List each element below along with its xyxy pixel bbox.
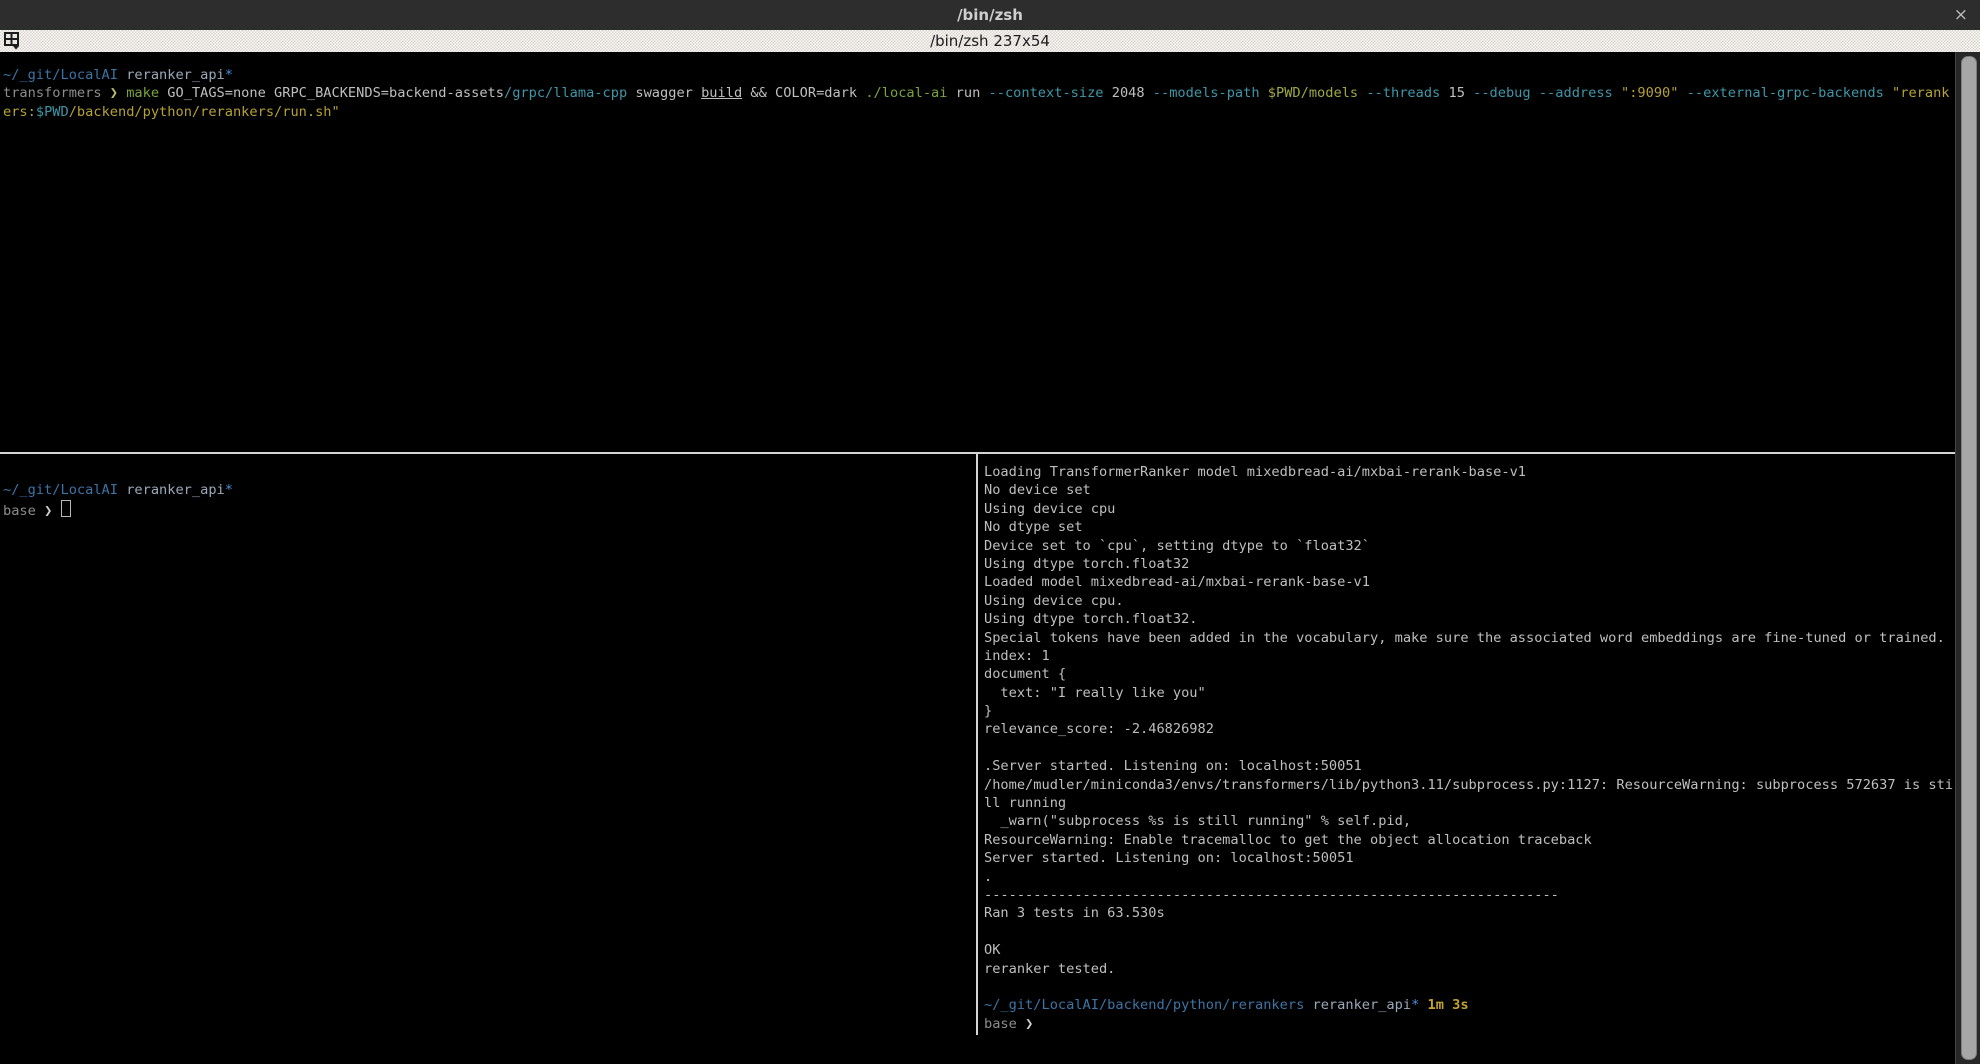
terminal-line: Loading TransformerRanker model mixedbre… [984,463,1956,481]
terminal-line: Loaded model mixedbread-ai/mxbai-rerank-… [984,573,1956,591]
scrollbar-thumb[interactable] [1961,56,1977,1060]
close-icon[interactable]: × [1954,0,1968,30]
pane-divider-vertical[interactable] [976,453,978,1035]
terminal-line [984,978,1956,996]
terminal-line: base ❯ [984,1015,1956,1033]
terminal-line: base ❯ [3,500,978,518]
terminal-line: No dtype set [984,518,1956,536]
window-title-bar: /bin/zsh × [0,0,1980,30]
terminal-line: Using device cpu. [984,592,1956,610]
tmux-pane-bottom-left[interactable]: ~/_git/LocalAI reranker_api*base ❯ [0,453,978,1045]
tmux-pane-top[interactable]: ~/_git/LocalAI reranker_api*transformers… [0,52,1956,464]
terminal-line: ~/_git/LocalAI reranker_api* [3,481,978,499]
terminal-line: . [984,868,1956,886]
terminal-line: _warn("subprocess %s is still running" %… [984,812,1956,830]
terminal-line: ll running [984,794,1956,812]
window-resize-bar: /bin/zsh 237x54 [0,30,1980,52]
scrollbar-track[interactable] [1955,52,1980,1064]
terminal-line: ~/_git/LocalAI/backend/python/rerankers … [984,996,1956,1014]
terminal-line: /home/mudler/miniconda3/envs/transformer… [984,776,1956,794]
terminal-line: ers:$PWD/backend/python/rerankers/run.sh… [3,103,1956,121]
terminal-line: .Server started. Listening on: localhost… [984,757,1956,775]
terminal-line: Special tokens have been added in the vo… [984,629,1956,647]
tmux-pane-bottom-right[interactable]: Loading TransformerRanker model mixedbre… [984,453,1956,1045]
terminal-line: Server started. Listening on: localhost:… [984,849,1956,867]
terminal-line: Ran 3 tests in 63.530s [984,904,1956,922]
terminal-line: No device set [984,481,1956,499]
window-menu-icon[interactable] [4,32,24,50]
terminal-line: relevance_score: -2.46826982 [984,720,1956,738]
terminal-line: Using dtype torch.float32 [984,555,1956,573]
terminal-line: reranker tested. [984,960,1956,978]
terminal-line [3,463,978,481]
resize-info-label: /bin/zsh 237x54 [930,32,1050,50]
terminal-line [984,923,1956,941]
terminal-line [984,739,1956,757]
terminal-line: ResourceWarning: Enable tracemalloc to g… [984,831,1956,849]
window-title: /bin/zsh [957,6,1023,24]
terminal-line: OK [984,941,1956,959]
terminal-line: Using device cpu [984,500,1956,518]
terminal-line: Device set to `cpu`, setting dtype to `f… [984,537,1956,555]
terminal-line: transformers ❯ make GO_TAGS=none GRPC_BA… [3,84,1956,102]
terminal-area: ~/_git/LocalAI reranker_api*transformers… [0,52,1956,1064]
terminal-line: ~/_git/LocalAI reranker_api* [3,66,1956,84]
terminal-line: text: "I really like you" [984,684,1956,702]
terminal-line: ----------------------------------------… [984,886,1956,904]
terminal-line: Using dtype torch.float32. [984,610,1956,628]
terminal-line: } [984,702,1956,720]
terminal-line: document { [984,665,1956,683]
terminal-window: /bin/zsh × /bin/zsh 237x54 ~/_git/LocalA… [0,0,1980,1064]
terminal-line: index: 1 [984,647,1956,665]
